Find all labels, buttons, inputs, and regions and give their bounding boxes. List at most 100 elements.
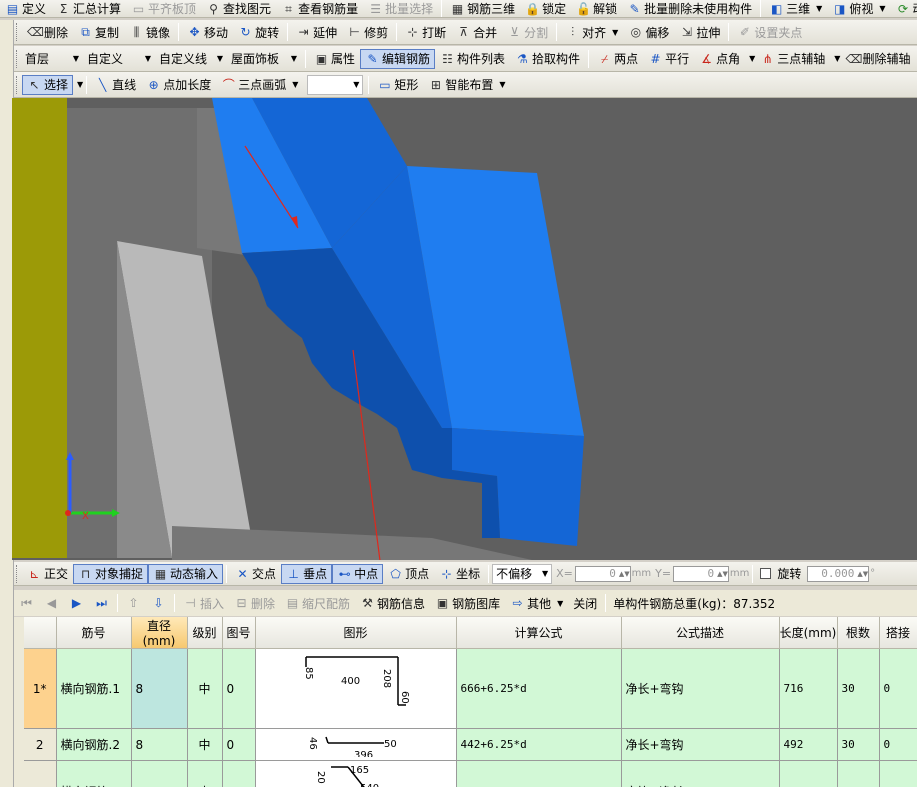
set-grip-button[interactable]: ✐ 设置夹点 <box>732 22 807 42</box>
perpendicular-snap-toggle[interactable]: ⊥ 垂点 <box>281 563 333 584</box>
col-figure-no-header[interactable]: 图号 <box>222 617 256 649</box>
rebar-library-button[interactable]: ▣ 钢筋图库 <box>430 593 505 613</box>
lock-button[interactable]: 🔒 锁定 <box>520 0 571 17</box>
3d-viewport[interactable]: X <box>12 98 917 560</box>
first-record-button[interactable]: ⏮ <box>14 593 39 613</box>
rebar-no-cell[interactable]: 横向钢筋.2 <box>56 728 132 761</box>
col-count-header[interactable]: 根数 <box>837 617 880 649</box>
pick-element-button[interactable]: ⚗ 拾取构件 <box>510 49 585 69</box>
col-rebar-no-header[interactable]: 筋号 <box>56 617 132 649</box>
spinner-icon[interactable]: ▲▼ <box>717 570 728 578</box>
table-row[interactable]: 2 横向钢筋.2 8 中 0 46 50 396 442+6.25*d 净长+弯钩 492 30 0 <box>24 728 917 761</box>
align-dropdown[interactable]: ⫶ 对齐 ▼ <box>560 22 623 42</box>
batch-delete-unused-button[interactable]: ✎ 批量删除未使用构件 <box>622 0 757 17</box>
table-row[interactable]: 3横向钢筋.38中020165540506.25*d+726弯钩+净长77640… <box>24 760 917 787</box>
flat-slab-button[interactable]: ▭ 平齐板顶 <box>126 0 201 17</box>
col-shape-header[interactable]: 图形 <box>255 617 457 649</box>
grade-cell[interactable]: 中 <box>187 728 223 761</box>
dynamic-observe-button[interactable]: ⟳动 <box>891 0 917 17</box>
dynamic-input-toggle[interactable]: ▦ 动态输入 <box>148 563 224 584</box>
split-button[interactable]: ⊻ 分割 <box>502 22 553 42</box>
ortho-toggle[interactable]: ⊾ 正交 <box>22 564 73 584</box>
diameter-cell[interactable]: 8 <box>131 728 188 761</box>
close-panel-icon[interactable]: ⊠ <box>14 590 15 604</box>
diameter-cell[interactable]: 8 <box>131 648 188 729</box>
copy-button[interactable]: ⧉ 复制 <box>73 22 124 42</box>
view-rebar-button[interactable]: ⌗ 查看钢筋量 <box>276 0 363 17</box>
mirror-button[interactable]: ⫼ 镜像 <box>124 22 175 42</box>
object-snap-toggle[interactable]: ⊓ 对象捕捉 <box>73 563 149 584</box>
midpoint-snap-toggle[interactable]: ⊷ 中点 <box>332 563 384 584</box>
row-number[interactable]: 1* <box>24 648 57 729</box>
formula-desc-cell[interactable]: 净长+弯钩 <box>621 648 780 729</box>
category-select[interactable]: 自定义 ▼ <box>84 49 154 69</box>
batch-select-button[interactable]: ☰ 批量选择 <box>363 0 438 17</box>
rebar-info-button[interactable]: ⚒ 钢筋信息 <box>355 593 430 613</box>
point-angle-axis-button[interactable]: ∡ 点角 <box>694 49 745 69</box>
rotate-checkbox[interactable] <box>760 568 772 579</box>
row-number[interactable]: 2 <box>24 728 57 761</box>
lap-cell[interactable]: 0 <box>879 728 917 761</box>
toolbar-grip[interactable] <box>16 564 19 583</box>
coordinate-snap-toggle[interactable]: ⊹ 坐标 <box>434 564 485 584</box>
rebar-no-cell[interactable]: 横向钢筋.3 <box>56 760 132 787</box>
grade-cell[interactable]: 中 <box>187 760 223 787</box>
lap-cell[interactable]: 0 <box>879 648 917 729</box>
scale-config-button[interactable]: ▤ 缩尺配筋 <box>280 593 355 613</box>
formula-desc-cell[interactable]: 净长+弯钩 <box>621 728 780 761</box>
shape-cell[interactable]: 85 400 208 60 <box>255 648 457 729</box>
define-button[interactable]: ▤ 定义 <box>0 0 51 17</box>
count-cell[interactable]: 30 <box>837 648 880 729</box>
trim-button[interactable]: ⊢ 修剪 <box>342 22 393 42</box>
formula-cell[interactable]: 442+6.25*d <box>456 728 622 761</box>
formula-cell[interactable]: 666+6.25*d <box>456 648 622 729</box>
grade-cell[interactable]: 中 <box>187 648 223 729</box>
select-dropdown-chevron-icon[interactable]: ▼ <box>77 80 83 89</box>
insert-row-button[interactable]: ⊣ 插入 <box>178 593 229 613</box>
break-button[interactable]: ⊹ 打断 <box>400 22 451 42</box>
toolbar-grip[interactable] <box>16 49 19 68</box>
offset-mode-select[interactable]: 不偏移 ▼ <box>492 563 553 584</box>
edit-rebar-button[interactable]: ✎ 编辑钢筋 <box>360 48 436 69</box>
delete-row-button[interactable]: ⊟ 删除 <box>229 593 280 613</box>
rotate-button[interactable]: ↻ 旋转 <box>233 22 284 42</box>
col-grade-header[interactable]: 级别 <box>187 617 223 649</box>
diameter-cell[interactable]: 8 <box>131 760 188 787</box>
summary-calc-button[interactable]: Σ 汇总计算 <box>51 0 126 17</box>
element-select[interactable]: 屋面饰板 ▼ <box>228 49 300 69</box>
next-record-button[interactable]: ▶ <box>64 593 89 613</box>
select-button[interactable]: ↖ 选择 <box>22 74 74 95</box>
three-point-arc-button[interactable]: ⌒ 三点画弧 ▼ <box>216 75 303 95</box>
formula-cell[interactable]: 6.25*d+726 <box>456 760 622 787</box>
element-list-button[interactable]: ☷ 构件列表 <box>435 49 510 69</box>
close-rebar-button[interactable]: 关闭 <box>568 593 602 613</box>
arc-option-select[interactable]: ▼ <box>307 74 364 95</box>
subcategory-select[interactable]: 自定义线 ▼ <box>156 49 226 69</box>
length-cell[interactable]: 716 <box>779 648 838 729</box>
figure-no-cell[interactable]: 0 <box>222 648 256 729</box>
col-formula-header[interactable]: 计算公式 <box>456 617 622 649</box>
col-length-header[interactable]: 长度(mm) <box>779 617 838 649</box>
row-number[interactable]: 3 <box>24 760 57 787</box>
intersection-snap-toggle[interactable]: ✕ 交点 <box>230 564 281 584</box>
table-row[interactable]: 1* 横向钢筋.1 8 中 0 85 400 208 60 666+6.25*d 净长+弯钩 716 3… <box>24 648 917 729</box>
spinner-icon[interactable]: ▲▼ <box>857 570 868 578</box>
smart-layout-button[interactable]: ⊞ 智能布置 ▼ <box>423 75 510 95</box>
prev-record-button[interactable]: ◀ <box>39 593 64 613</box>
length-cell[interactable]: 776 <box>779 760 838 787</box>
spinner-icon[interactable]: ▲▼ <box>619 570 630 578</box>
shape-cell[interactable]: 2016554050 <box>255 760 457 787</box>
view-3d-dropdown[interactable]: ◧ 三维 ▼ <box>764 0 827 17</box>
two-point-axis-button[interactable]: ⌿ 两点 <box>592 49 643 69</box>
merge-button[interactable]: ⊼ 合并 <box>451 22 502 42</box>
figure-no-cell[interactable]: 0 <box>222 760 256 787</box>
toolbar-grip[interactable] <box>16 23 19 41</box>
parallel-axis-button[interactable]: # 平行 <box>643 49 694 69</box>
extend-button[interactable]: ⇥ 延伸 <box>291 22 342 42</box>
rectangle-button[interactable]: ▭ 矩形 <box>372 75 423 95</box>
offset-button[interactable]: ◎ 偏移 <box>623 22 674 42</box>
stretch-button[interactable]: ⇲ 拉伸 <box>674 22 725 42</box>
delete-aux-axis-button[interactable]: ⌫ 删除辅轴 <box>840 49 915 69</box>
rebar-no-cell[interactable]: 横向钢筋.1 <box>56 648 132 729</box>
count-cell[interactable]: 40 <box>837 760 880 787</box>
